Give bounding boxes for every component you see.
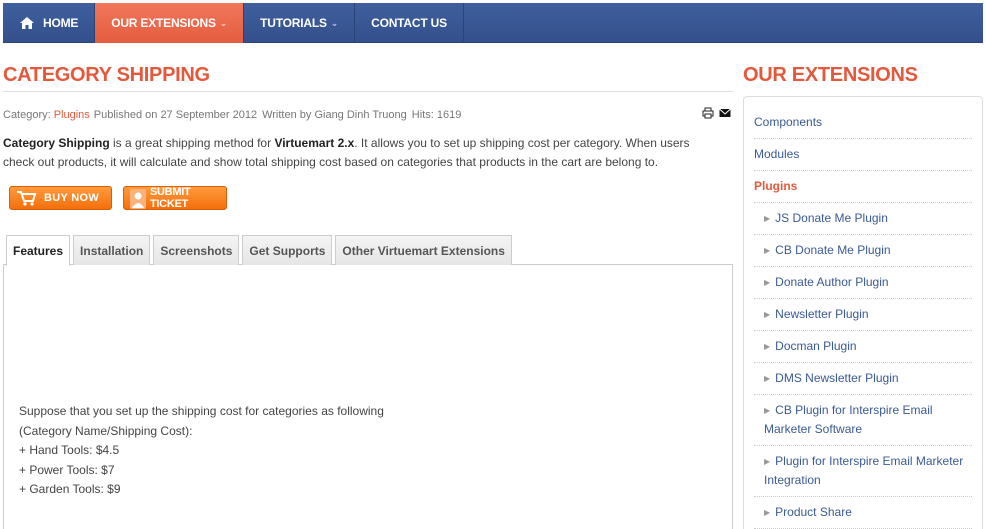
triangle-right-icon: ▶	[764, 406, 771, 415]
tab-features[interactable]: Features	[6, 235, 71, 266]
sidebar-item-donate-author-plugin[interactable]: ▶ Donate Author Plugin	[754, 267, 972, 299]
nav-home-label: HOME	[43, 16, 79, 30]
sidebar-item-label: DMS Newsletter Plugin	[775, 371, 899, 385]
top-navigation: HOME OUR EXTENSIONS ⌄ TUTORIALS ⌄ CONTAC…	[3, 3, 983, 43]
sidebar: OUR EXTENSIONS Components Modules Plugin…	[743, 60, 983, 529]
sidebar-menu: Components Modules Plugins ▶ JS Donate Me…	[743, 96, 983, 529]
article-tools	[702, 107, 731, 119]
sidebar-item-label: JS Donate Me Plugin	[775, 211, 888, 225]
tab-panel-features: Suppose that you set up the shipping cos…	[3, 264, 733, 529]
hits-count: Hits: 1619	[411, 109, 462, 121]
home-icon	[19, 16, 35, 30]
category-label: Category:	[3, 109, 51, 121]
cart-icon	[16, 189, 38, 207]
nav-contact-us-label: CONTACT US	[371, 16, 447, 30]
buy-now-button[interactable]: BUY NOW	[9, 186, 112, 210]
tab-screenshots[interactable]: Screenshots	[153, 235, 240, 265]
sidebar-item-label: CB Donate Me Plugin	[775, 243, 891, 257]
article-intro: Category Shipping is a great shipping me…	[3, 134, 723, 172]
sidebar-item-plugins[interactable]: Plugins	[754, 171, 972, 203]
nav-tutorials-label: TUTORIALS	[260, 16, 327, 30]
sidebar-item-modules[interactable]: Modules	[754, 139, 972, 171]
category-link[interactable]: Plugins	[54, 109, 90, 121]
sidebar-item-label: CB Plugin for Interspire Email Marketer …	[764, 403, 933, 436]
panel-line: + Garden Tools: $9	[19, 482, 121, 496]
triangle-right-icon: ▶	[764, 278, 771, 287]
action-buttons: BUY NOW SUBMIT TICKET	[3, 186, 733, 210]
sidebar-item-dms-newsletter-plugin[interactable]: ▶ DMS Newsletter Plugin	[754, 363, 972, 395]
triangle-right-icon: ▶	[764, 246, 771, 255]
sidebar-item-label: Product Share	[775, 505, 852, 519]
email-icon[interactable]	[719, 107, 731, 119]
page-title: CATEGORY SHIPPING	[3, 60, 733, 92]
panel-line: Suppose that you set up the shipping cos…	[19, 404, 384, 418]
tab-installation[interactable]: Installation	[73, 235, 151, 265]
submit-ticket-button[interactable]: SUBMIT TICKET	[123, 186, 227, 210]
tab-other-virtuemart-extensions[interactable]: Other Virtuemart Extensions	[335, 235, 512, 265]
nav-home[interactable]: HOME	[3, 3, 96, 43]
sidebar-item-label: Plugin for Interspire Email Marketer Int…	[764, 454, 964, 487]
triangle-right-icon: ▶	[764, 214, 771, 223]
sidebar-item-plugin-interspire-integration[interactable]: ▶ Plugin for Interspire Email Marketer In…	[754, 446, 972, 497]
panel-line: + Power Tools: $7	[19, 462, 115, 477]
nav-our-extensions[interactable]: OUR EXTENSIONS ⌄	[95, 3, 245, 43]
sidebar-item-js-donate-me-plugin[interactable]: ▶ JS Donate Me Plugin	[754, 203, 972, 235]
intro-text-1: is a great shipping method for	[109, 136, 275, 150]
intro-platform: Virtuemart 2.x	[274, 136, 355, 150]
triangle-right-icon: ▶	[764, 457, 771, 466]
sidebar-title: OUR EXTENSIONS	[743, 64, 918, 86]
tab-bar: Features Installation Screenshots Get Su…	[3, 235, 733, 266]
nav-tutorials[interactable]: TUTORIALS ⌄	[244, 3, 356, 43]
chevron-down-icon: ⌄	[330, 17, 339, 28]
sidebar-item-product-share[interactable]: ▶ Product Share	[754, 497, 972, 529]
triangle-right-icon: ▶	[764, 508, 771, 517]
nav-our-extensions-label: OUR EXTENSIONS	[111, 16, 216, 30]
main-content: CATEGORY SHIPPING Category: Plugins Publ…	[3, 60, 733, 529]
nav-contact-us[interactable]: CONTACT US	[355, 3, 464, 43]
sidebar-item-cb-plugin-interspire[interactable]: ▶ CB Plugin for Interspire Email Marketer…	[754, 395, 972, 446]
panel-line: + Hand Tools: $4.5	[19, 443, 120, 457]
sidebar-item-label: Donate Author Plugin	[775, 275, 889, 289]
published-date: Published on 27 September 2012	[93, 109, 258, 121]
submit-ticket-label: SUBMIT TICKET	[150, 186, 191, 210]
print-icon[interactable]	[702, 107, 714, 119]
intro-product-name: Category Shipping	[3, 136, 110, 150]
sidebar-item-label: Docman Plugin	[775, 339, 857, 353]
user-icon	[130, 189, 146, 209]
triangle-right-icon: ▶	[764, 374, 771, 383]
sidebar-item-newsletter-plugin[interactable]: ▶ Newsletter Plugin	[754, 299, 972, 331]
author: Written by Giang Dinh Truong	[262, 109, 407, 121]
triangle-right-icon: ▶	[764, 310, 771, 319]
buy-now-label: BUY NOW	[44, 192, 100, 204]
article-meta: Category: Plugins Published on 27 Septem…	[3, 107, 733, 123]
chevron-down-icon: ⌄	[219, 17, 228, 28]
sidebar-item-docman-plugin[interactable]: ▶ Docman Plugin	[754, 331, 972, 363]
sidebar-item-components[interactable]: Components	[754, 107, 972, 139]
sidebar-item-label: Newsletter Plugin	[775, 307, 869, 321]
triangle-right-icon: ▶	[764, 342, 771, 351]
panel-line: (Category Name/Shipping Cost):	[19, 423, 193, 438]
tab-get-supports[interactable]: Get Supports	[242, 235, 333, 265]
sidebar-item-cb-donate-me-plugin[interactable]: ▶ CB Donate Me Plugin	[754, 235, 972, 267]
